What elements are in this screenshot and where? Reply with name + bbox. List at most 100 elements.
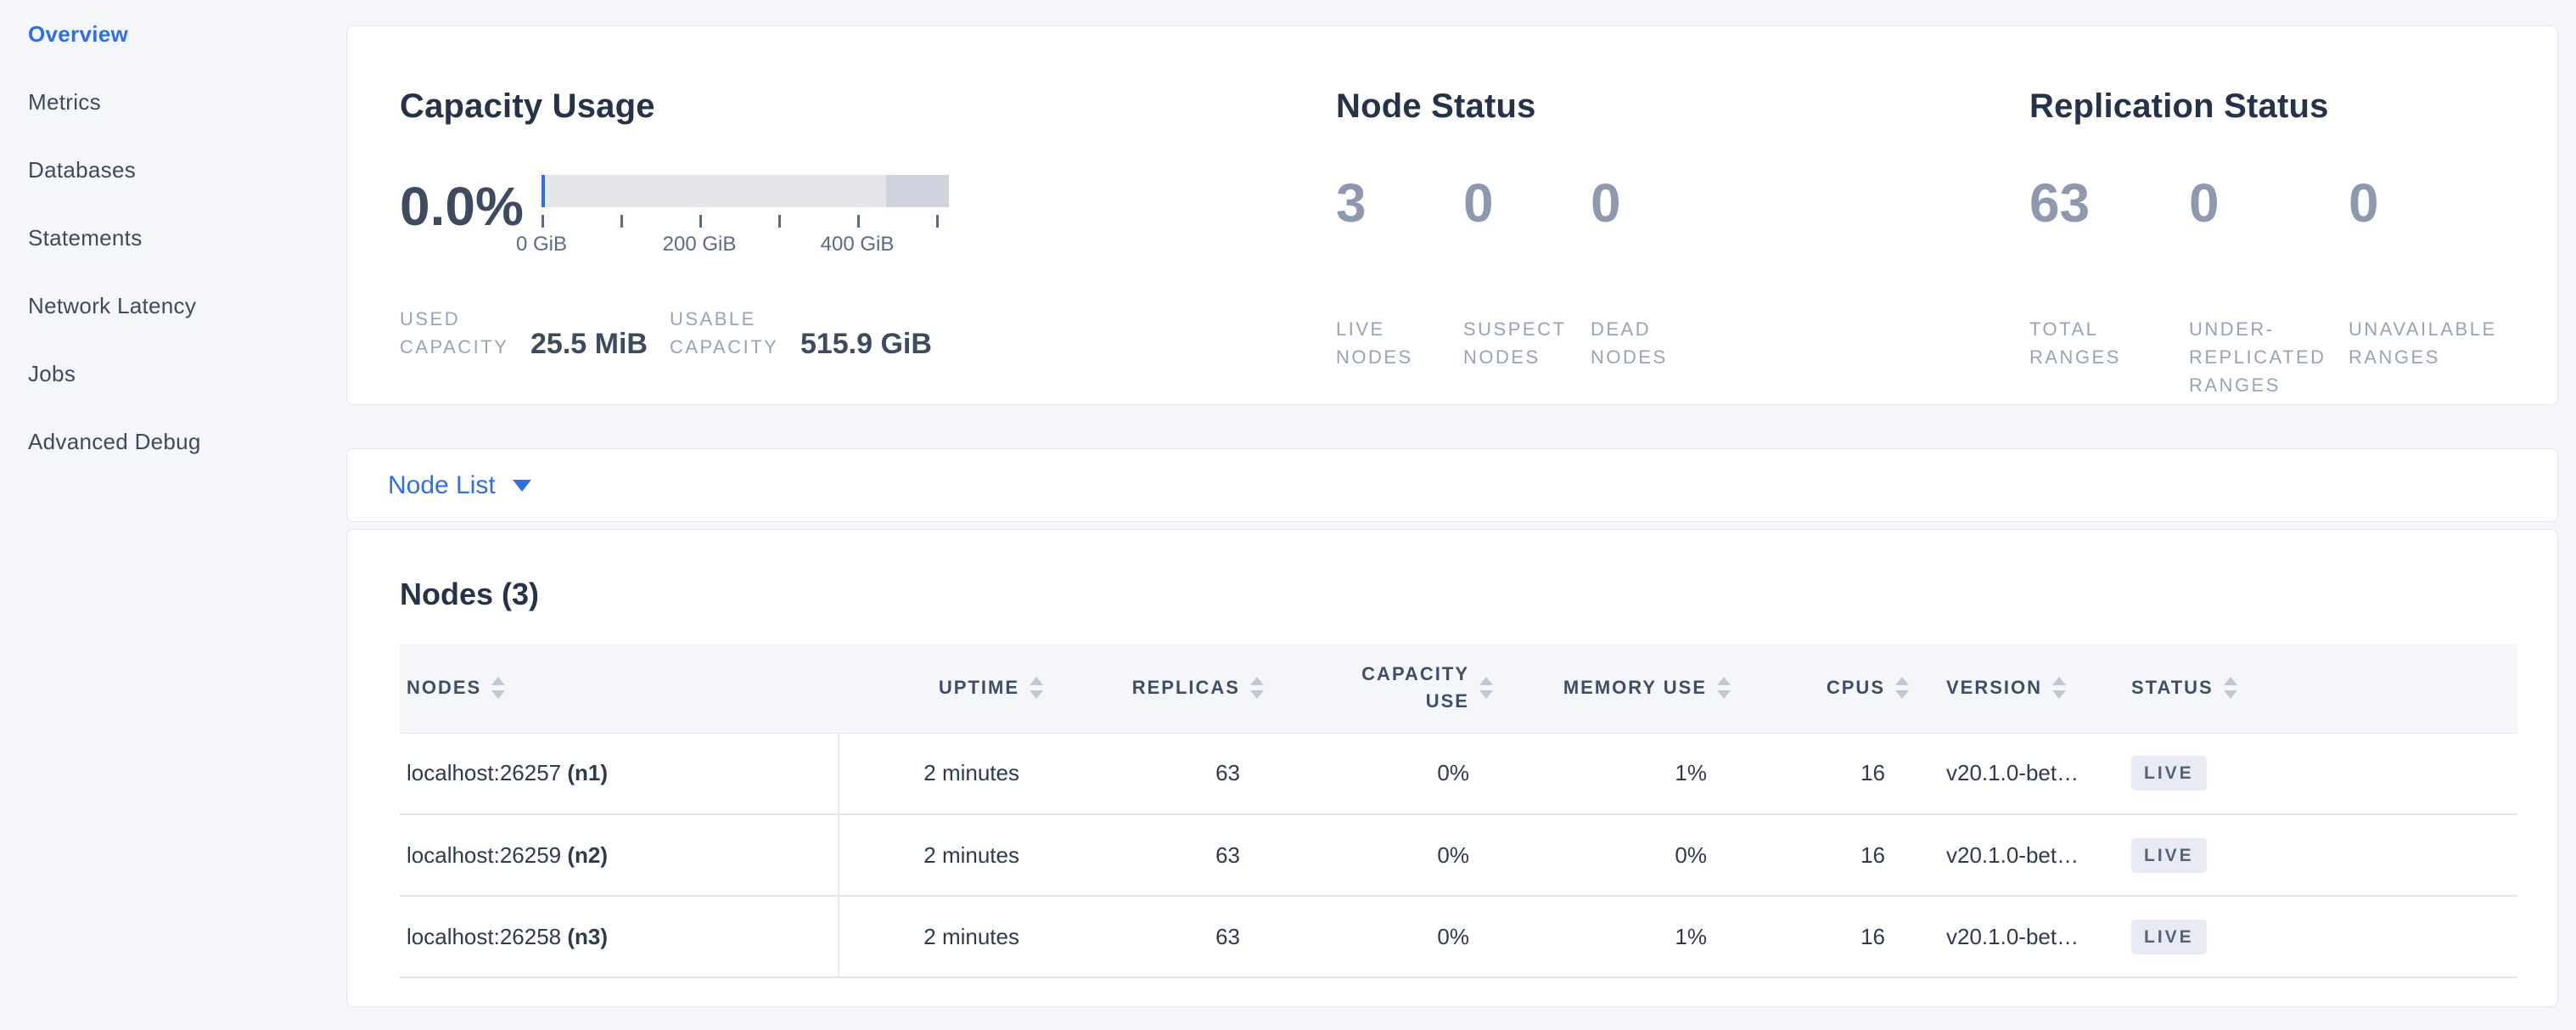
sort-icon: [2052, 677, 2066, 699]
column-header-memory-use[interactable]: MEMORY USE: [1503, 644, 1741, 733]
column-label: UPTIME: [939, 674, 1019, 701]
app-root: Overview Metrics Databases Statements Ne…: [0, 0, 2576, 1030]
column-label: NODES: [407, 674, 481, 701]
table-row: localhost:26258 (n3) 2 minutes 63 0% 1% …: [400, 896, 2517, 977]
node-address: localhost:26257: [407, 760, 561, 785]
used-capacity-value: 25.5 MiB: [530, 328, 648, 361]
status-badge: LIVE: [2131, 756, 2207, 791]
suspect-nodes-count: 0: [1463, 175, 1591, 232]
sort-icon: [1479, 677, 1493, 699]
sort-icon: [1250, 677, 1264, 699]
used-capacity-label: USED CAPACITY: [400, 305, 512, 361]
capacity-used-percent: 0.0%: [400, 179, 542, 234]
node-status-title: Node Status: [1336, 86, 2029, 127]
sidebar-item-metrics[interactable]: Metrics: [0, 68, 346, 136]
unavailable-ranges-label: UNAVAILABLE RANGES: [2349, 315, 2508, 399]
sort-icon: [1717, 677, 1731, 699]
node-status-values: 3 0 0: [1336, 175, 2029, 232]
sidebar-item-advanced-debug[interactable]: Advanced Debug: [0, 408, 346, 476]
node-link[interactable]: localhost:26258 (n3): [407, 924, 608, 949]
memory-use-cell: 1%: [1503, 896, 1741, 977]
uptime-cell: 2 minutes: [839, 896, 1053, 977]
live-nodes-count: 3: [1336, 175, 1463, 232]
capacity-bar-chart: 0 GiB 200 GiB 400 GiB: [542, 175, 949, 258]
table-header-row: NODES UPTIME REPLICAS CAPACITY USE MEMOR: [400, 644, 2517, 733]
nodes-card: Nodes (3) NODES UPTIME REP: [346, 529, 2558, 1007]
suspect-nodes-label: SUSPECT NODES: [1463, 315, 1591, 371]
sidebar-item-statements[interactable]: Statements: [0, 204, 346, 272]
version-cell: v20.1.0-bet…: [1919, 733, 2093, 814]
sidebar-item-overview[interactable]: Overview: [0, 0, 346, 68]
nodes-title: Nodes (3): [400, 577, 2517, 612]
capacity-axis-ticks: [542, 215, 949, 228]
node-address: localhost:26259: [407, 842, 561, 868]
column-header-nodes[interactable]: NODES: [400, 644, 839, 733]
under-replicated-ranges-count: 0: [2189, 175, 2349, 232]
column-header-version[interactable]: VERSION: [1919, 644, 2093, 733]
version-cell: v20.1.0-bet…: [1919, 814, 2093, 896]
capacity-axis-labels: 0 GiB 200 GiB 400 GiB: [542, 233, 949, 258]
dead-nodes-count: 0: [1591, 175, 1718, 232]
column-label: CPUS: [1827, 674, 1885, 701]
live-nodes-label: LIVE NODES: [1336, 315, 1463, 371]
replicas-cell: 63: [1053, 814, 1274, 896]
column-header-replicas[interactable]: REPLICAS: [1053, 644, 1274, 733]
cpus-cell: 16: [1741, 733, 1919, 814]
usable-capacity-label: USABLE CAPACITY: [670, 305, 782, 361]
sidebar-item-network-latency[interactable]: Network Latency: [0, 272, 346, 340]
column-label: REPLICAS: [1132, 674, 1240, 701]
capacity-bar-used-segment: [542, 175, 545, 207]
capacity-use-cell: 0%: [1274, 896, 1503, 977]
column-label: MEMORY USE: [1563, 674, 1707, 701]
column-label: STATUS: [2131, 674, 2214, 701]
cpus-cell: 16: [1741, 896, 1919, 977]
capacity-use-cell: 0%: [1274, 733, 1503, 814]
nodes-table: NODES UPTIME REPLICAS CAPACITY USE MEMOR: [400, 644, 2517, 978]
axis-label: 0 GiB: [516, 233, 567, 256]
dead-nodes-label: DEAD NODES: [1591, 315, 1718, 371]
node-link[interactable]: localhost:26259 (n2): [407, 842, 608, 868]
column-header-uptime[interactable]: UPTIME: [839, 644, 1053, 733]
usable-capacity-stat: USABLE CAPACITY 515.9 GiB: [670, 305, 932, 361]
sort-icon: [491, 677, 505, 699]
capacity-gauge: 0.0% 0 GiB 200 GiB 400 GiB: [400, 175, 1336, 258]
replication-status-values: 63 0 0: [2029, 175, 2557, 232]
cluster-summary-card: Capacity Usage 0.0% 0 GiB 200 Gi: [346, 25, 2558, 405]
status-badge: LIVE: [2131, 920, 2207, 954]
column-header-capacity-use[interactable]: CAPACITY USE: [1274, 644, 1503, 733]
table-row: localhost:26257 (n1) 2 minutes 63 0% 1% …: [400, 733, 2517, 814]
dropdown-caret-icon: [513, 480, 531, 492]
table-row: localhost:26259 (n2) 2 minutes 63 0% 0% …: [400, 814, 2517, 896]
view-selector-card: Node List: [346, 448, 2558, 522]
replicas-cell: 63: [1053, 733, 1274, 814]
capacity-use-cell: 0%: [1274, 814, 1503, 896]
column-header-cpus[interactable]: CPUS: [1741, 644, 1919, 733]
memory-use-cell: 1%: [1503, 733, 1741, 814]
column-header-status[interactable]: STATUS: [2093, 644, 2517, 733]
sidebar-item-databases[interactable]: Databases: [0, 136, 346, 204]
sidebar-item-jobs[interactable]: Jobs: [0, 340, 346, 408]
uptime-cell: 2 minutes: [839, 814, 1053, 896]
uptime-cell: 2 minutes: [839, 733, 1053, 814]
column-label: CAPACITY USE: [1359, 661, 1469, 715]
total-ranges-label: TOTAL RANGES: [2029, 315, 2189, 399]
capacity-bar-reserved-segment: [886, 175, 949, 207]
column-label: VERSION: [1946, 674, 2042, 701]
node-link[interactable]: localhost:26257 (n1): [407, 760, 608, 785]
under-replicated-ranges-label: UNDER-REPLICATED RANGES: [2189, 315, 2349, 399]
version-cell: v20.1.0-bet…: [1919, 896, 2093, 977]
axis-label: 200 GiB: [663, 233, 737, 256]
replicas-cell: 63: [1053, 896, 1274, 977]
memory-use-cell: 0%: [1503, 814, 1741, 896]
node-address: localhost:26258: [407, 924, 561, 949]
node-status-section: Node Status 3 0 0 LIVE NODES SUSPECT NOD…: [1336, 86, 2029, 404]
sort-icon: [1895, 677, 1909, 699]
replication-status-title: Replication Status: [2029, 86, 2557, 127]
replication-status-labels: TOTAL RANGES UNDER-REPLICATED RANGES UNA…: [2029, 315, 2557, 399]
sort-icon: [2224, 677, 2237, 699]
node-id: (n3): [567, 924, 608, 949]
view-dropdown[interactable]: Node List: [388, 471, 531, 500]
status-badge: LIVE: [2131, 838, 2207, 873]
node-status-labels: LIVE NODES SUSPECT NODES DEAD NODES: [1336, 315, 2029, 371]
capacity-bar: [542, 175, 949, 207]
